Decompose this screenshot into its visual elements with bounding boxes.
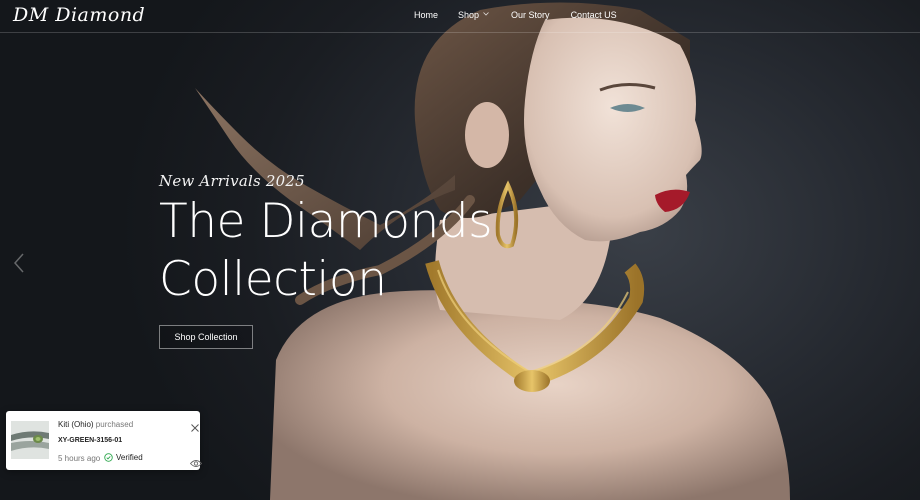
site-header: DM Diamond Home Shop Our Story Contact U… xyxy=(0,0,920,33)
popup-time-ago: 5 hours ago xyxy=(58,454,101,463)
hero-headline-line1: The Diamonds xyxy=(159,194,493,249)
nav-contact[interactable]: Contact US xyxy=(571,10,617,20)
shop-collection-button[interactable]: Shop Collection xyxy=(159,325,253,349)
slider-prev-button[interactable] xyxy=(12,252,26,274)
check-circle-icon xyxy=(104,453,113,462)
nav-our-story-label: Our Story xyxy=(511,10,550,20)
main-nav: Home Shop Our Story Contact US xyxy=(414,10,617,20)
nav-shop[interactable]: Shop xyxy=(458,10,489,20)
view-product-button[interactable] xyxy=(189,455,203,467)
close-popup-button[interactable] xyxy=(190,420,200,432)
hero-headline: The Diamonds Collection xyxy=(159,193,493,309)
popup-product-sku: XY-GREEN-3156-01 xyxy=(58,437,123,444)
popup-buyer-line: Kiti (Ohio) purchased xyxy=(58,420,133,429)
popup-verified-label: Verified xyxy=(116,453,143,462)
nav-our-story[interactable]: Our Story xyxy=(511,10,550,20)
close-icon xyxy=(191,424,199,432)
popup-action: purchased xyxy=(95,420,134,429)
eye-icon xyxy=(189,460,203,467)
hero-eyebrow: New Arrivals 2025 xyxy=(159,172,305,190)
hero-headline-line2: Collection xyxy=(159,252,387,307)
brand-logo[interactable]: DM Diamond xyxy=(13,4,145,26)
nav-contact-label: Contact US xyxy=(570,10,617,20)
recent-purchase-popup[interactable]: Kiti (Ohio) purchased XY-GREEN-3156-01 5… xyxy=(6,411,203,470)
nav-shop-label: Shop xyxy=(458,10,480,20)
hero-text-block: New Arrivals 2025 The Diamonds Collectio… xyxy=(159,172,493,309)
product-thumbnail xyxy=(11,421,49,459)
popup-verified: Verified xyxy=(104,453,143,462)
chevron-down-icon xyxy=(483,12,489,18)
popup-buyer-name: Kiti (Ohio) xyxy=(58,420,94,429)
nav-home[interactable]: Home xyxy=(414,10,438,20)
nav-home-label: Home xyxy=(414,10,439,20)
chevron-left-icon xyxy=(13,253,24,273)
